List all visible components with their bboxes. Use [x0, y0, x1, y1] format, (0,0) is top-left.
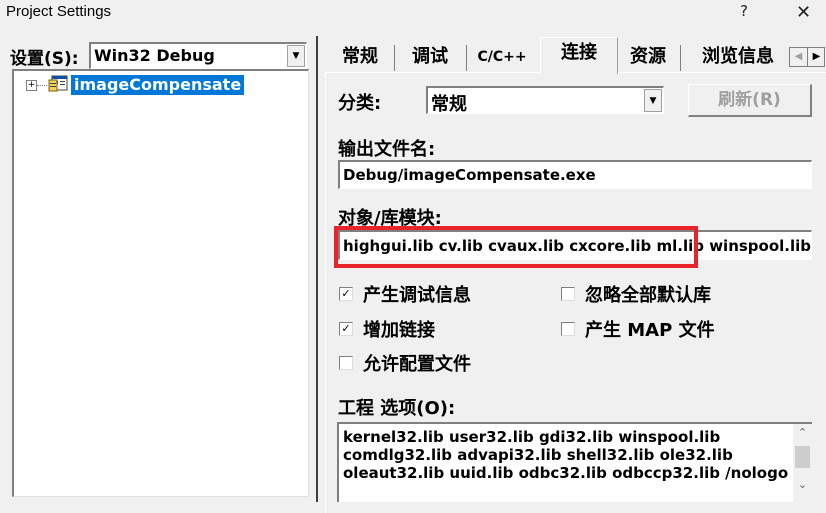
settings-label-text: 设置: [10, 49, 44, 69]
tab-browse-info[interactable]: 浏览信息: [690, 42, 786, 72]
project-options-text: kernel32.lib user32.lib gdi32.lib winspo…: [343, 428, 788, 482]
tab-debug[interactable]: 调试: [402, 42, 458, 72]
vertical-scrollbar[interactable]: ⌃ ⌄: [793, 424, 812, 502]
checkbox-incremental-link[interactable]: ✓ 增加链接: [339, 316, 435, 342]
tab-cpp[interactable]: C/C++: [472, 42, 532, 72]
project-options-label: 工程 选项(O):: [338, 398, 456, 419]
reset-button[interactable]: 刷新(R): [688, 84, 812, 117]
tab-strip: 常规 调试 C/C++ 连接 资源 浏览信息: [326, 37, 786, 74]
category-value: 常规: [431, 94, 467, 115]
output-filename-label: 输出文件名:: [338, 139, 436, 160]
tab-scroll-right-icon[interactable]: ▶: [808, 48, 825, 66]
chevron-down-icon[interactable]: ▼: [287, 45, 305, 67]
tree-item-project[interactable]: imageCompensate: [71, 75, 245, 95]
checkbox-enable-profiling[interactable]: 允许配置文件: [339, 350, 471, 376]
tab-separator: [466, 45, 467, 71]
tab-general[interactable]: 常规: [332, 42, 388, 72]
checkbox-unchecked-icon[interactable]: [561, 322, 575, 336]
highlight-box: [334, 226, 698, 268]
checkbox-unchecked-icon[interactable]: [561, 287, 575, 301]
tree-connector: [37, 85, 47, 86]
close-button[interactable]: ✕: [796, 2, 811, 23]
settings-accel: (S):: [44, 49, 79, 69]
checkbox-label: 增加链接: [363, 320, 435, 341]
scroll-up-icon[interactable]: ⌃: [793, 426, 812, 439]
expand-icon[interactable]: +: [26, 80, 37, 91]
help-button[interactable]: ?: [740, 2, 748, 20]
tab-link[interactable]: 连接: [540, 37, 618, 74]
settings-label: 设置(S):: [10, 44, 79, 69]
project-icon: [48, 75, 68, 92]
checkbox-label: 忽略全部默认库: [585, 285, 711, 306]
panel-splitter[interactable]: [316, 36, 318, 502]
tab-resources[interactable]: 资源: [620, 42, 676, 72]
output-filename-input[interactable]: Debug/imageCompensate.exe: [338, 160, 812, 189]
config-value: Win32 Debug: [94, 46, 215, 65]
checkbox-unchecked-icon[interactable]: [339, 356, 353, 370]
checkbox-ignore-default-libs[interactable]: 忽略全部默认库: [561, 281, 711, 307]
config-select[interactable]: Win32 Debug ▼: [89, 42, 307, 69]
checkbox-label: 允许配置文件: [363, 354, 471, 375]
tab-scroll-left-icon[interactable]: ◀: [790, 48, 808, 66]
checkbox-checked-icon[interactable]: ✓: [339, 322, 353, 336]
options-line: kernel32.lib user32.lib gdi32.lib winspo…: [343, 428, 721, 446]
chevron-down-icon[interactable]: ▼: [644, 89, 662, 112]
checkbox-generate-map-file[interactable]: 产生 MAP 文件: [561, 316, 715, 342]
category-select[interactable]: 常规 ▼: [426, 86, 664, 115]
checkbox-checked-icon[interactable]: ✓: [339, 287, 353, 301]
checkbox-generate-debug-info[interactable]: ✓ 产生调试信息: [339, 281, 471, 307]
tab-separator: [680, 45, 681, 71]
category-label: 分类:: [338, 93, 382, 114]
checkbox-label: 产生 MAP 文件: [585, 320, 715, 341]
options-line: oleaut32.lib uuid.lib odbc32.lib odbccp3…: [343, 464, 789, 482]
scroll-down-icon[interactable]: ⌄: [793, 478, 812, 491]
checkbox-label: 产生调试信息: [363, 285, 471, 306]
project-tree[interactable]: + imageCompensate: [12, 69, 309, 497]
tab-scroll-buttons: ◀ ▶: [789, 47, 825, 67]
project-options-textarea[interactable]: kernel32.lib user32.lib gdi32.lib winspo…: [337, 422, 812, 502]
tab-separator: [394, 45, 395, 71]
scroll-thumb[interactable]: [795, 446, 810, 468]
options-line: comdlg32.lib advapi32.lib shell32.lib ol…: [343, 446, 733, 464]
window-title: Project Settings: [6, 3, 112, 20]
